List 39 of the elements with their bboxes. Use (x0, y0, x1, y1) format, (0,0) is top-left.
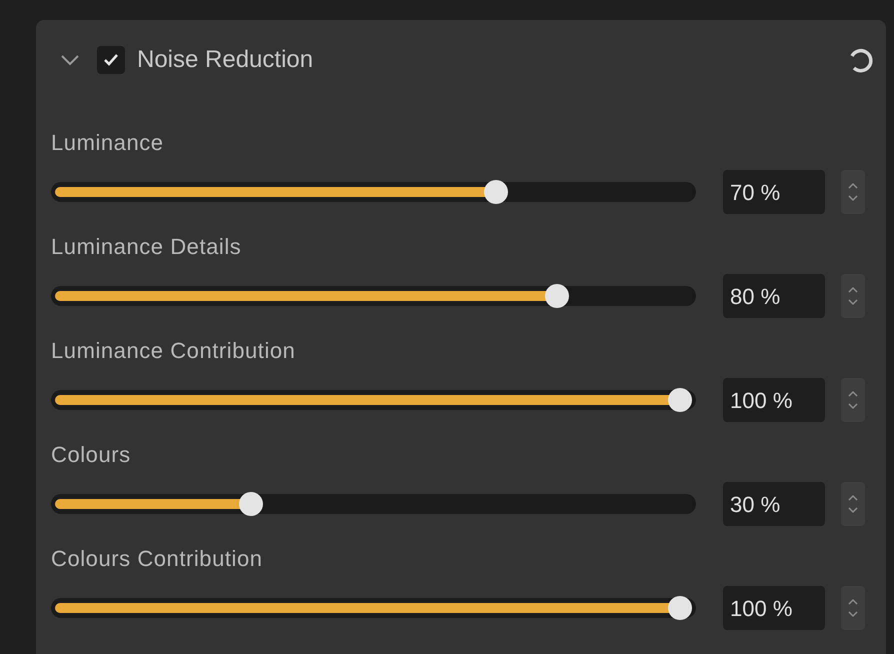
down-caret-icon[interactable] (847, 298, 859, 306)
slider-thumb[interactable] (668, 596, 692, 620)
slider-label: Colours Contribution (51, 545, 263, 573)
up-caret-icon[interactable] (847, 494, 859, 502)
check-icon (102, 52, 120, 68)
checkbox[interactable] (97, 46, 125, 74)
value-field[interactable]: 80 % (723, 274, 825, 318)
slider-track[interactable] (51, 494, 696, 514)
chevron-icon[interactable] (59, 53, 81, 67)
down-caret-icon[interactable] (847, 610, 859, 618)
stepper[interactable] (841, 482, 865, 526)
value-field[interactable]: 30 % (723, 482, 825, 526)
down-caret-icon[interactable] (847, 506, 859, 514)
value-field[interactable]: 100 % (723, 586, 825, 630)
value-field[interactable]: 70 % (723, 170, 825, 214)
up-caret-icon[interactable] (847, 182, 859, 190)
panel-title: Noise Reduction (137, 45, 314, 75)
up-caret-icon[interactable] (847, 286, 859, 294)
stepper[interactable] (841, 274, 865, 318)
slider-thumb[interactable] (545, 284, 570, 308)
slider-label: Luminance Details (51, 233, 242, 261)
slider-thumb[interactable] (668, 388, 692, 412)
slider-thumb[interactable] (238, 492, 263, 516)
up-caret-icon[interactable] (847, 390, 859, 398)
stepper[interactable] (841, 378, 865, 422)
slider-label: Luminance (51, 129, 164, 157)
slider-track[interactable] (51, 286, 696, 306)
slider-track[interactable] (51, 182, 696, 202)
down-caret-icon[interactable] (847, 402, 859, 410)
slider-thumb[interactable] (484, 180, 508, 204)
down-caret-icon[interactable] (847, 194, 859, 202)
stepper[interactable] (841, 586, 865, 630)
slider-label: Colours (51, 441, 131, 469)
slider-track[interactable] (51, 390, 696, 410)
stepper[interactable] (841, 170, 865, 214)
value-field[interactable]: 100 % (723, 378, 825, 422)
slider-label: Luminance Contribution (51, 337, 296, 365)
slider-track[interactable] (51, 598, 696, 618)
up-caret-icon[interactable] (847, 598, 859, 606)
